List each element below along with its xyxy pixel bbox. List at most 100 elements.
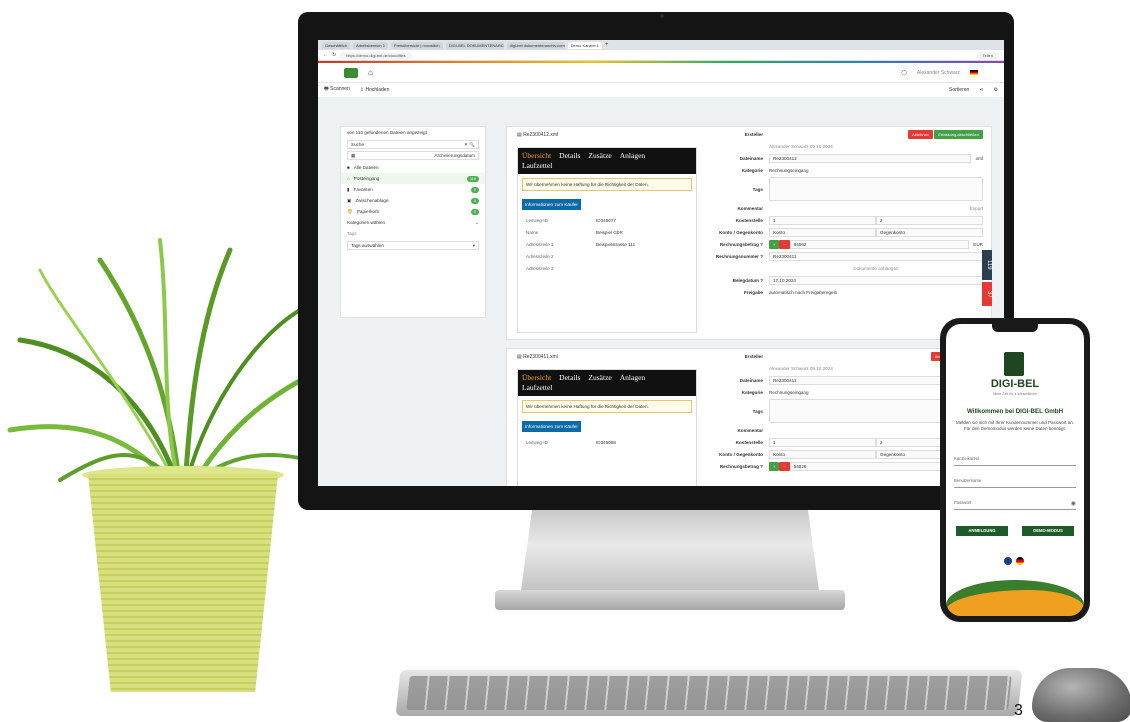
home-icon[interactable]: ⌂ bbox=[368, 68, 373, 77]
settings-gear-icon[interactable]: ⚙ bbox=[994, 87, 998, 93]
preview-tab-extras[interactable]: Zusätze bbox=[588, 151, 611, 160]
filename-input[interactable]: Re2300412 bbox=[769, 153, 971, 163]
kv-row: Leitweg-ID ID345088 bbox=[526, 439, 616, 445]
document-preview: Übersicht Details Zusätze Anlagen Laufzettel… bbox=[517, 369, 697, 486]
export-checkbox[interactable]: Export bbox=[970, 206, 983, 211]
liability-warning: Wir übernehmen keine Haftung für die Ric… bbox=[522, 178, 692, 191]
user-avatar-icon[interactable]: ◯ bbox=[901, 70, 907, 76]
date-filter-select[interactable]: ▦ Archivierungsdatum bbox=[347, 151, 479, 160]
plant-pot bbox=[88, 474, 278, 692]
kv-row: Adresszeile 2 bbox=[526, 253, 554, 259]
browser-tab[interactable]: DIGI-BEL DOKUMENTENARCHIV bbox=[445, 41, 504, 49]
user-name[interactable]: Alexander Schwarz bbox=[917, 70, 960, 76]
category-select[interactable]: Rechnungseingang bbox=[769, 390, 809, 395]
login-button[interactable]: ANMELDUNG bbox=[956, 526, 1008, 536]
preview-tab-attachments[interactable]: Anlagen bbox=[620, 373, 645, 382]
back-arrow-icon[interactable]: ← bbox=[323, 52, 328, 58]
eye-icon[interactable]: ◉ bbox=[1071, 500, 1076, 507]
invoice-number-input[interactable]: Re2300411 bbox=[769, 251, 983, 261]
release-select[interactable]: automatisch nach Freigaberegeln bbox=[769, 290, 837, 295]
invoice-number-row: Rechnungsnummer ? Re2300411 bbox=[707, 251, 983, 261]
buyer-info-heading: Informationen zum Käufer bbox=[522, 421, 581, 432]
cost-center-1-input[interactable]: 1 bbox=[769, 437, 876, 447]
account-input[interactable]: Konto bbox=[769, 227, 876, 237]
liability-warning: Wir übernehmen keine Haftung für die Ric… bbox=[522, 400, 692, 413]
approve-button[interactable]: Erfassung abschließen bbox=[934, 129, 983, 139]
sidebar-item-favorites[interactable]: ▮ Favoriten 0 bbox=[341, 184, 485, 195]
phone-brand: DIGI-BEL bbox=[990, 378, 1040, 390]
preview-tab-overview[interactable]: Übersicht bbox=[522, 373, 551, 382]
creator-row: Ersteller Ablehnen Erfassung abschließen bbox=[707, 129, 983, 139]
attach-documents-link[interactable]: Dokumente anhängen bbox=[853, 266, 898, 271]
phone-tagline: Mehr Zeit für´s Wesentliche bbox=[993, 392, 1037, 396]
sort-button[interactable]: Sortieren bbox=[949, 87, 969, 93]
document-filename[interactable]: ▤ Re2300412.xml bbox=[517, 132, 558, 138]
sidebar-item-all[interactable]: ■ Alle Dateien bbox=[341, 162, 485, 173]
reject-button[interactable]: Ablehnen bbox=[908, 129, 934, 139]
smartphone-screen: DIGI-BEL Mehr Zeit für´s Wesentliche Wil… bbox=[946, 324, 1084, 616]
kv-row: Adresszeile 1 Beispielstrasse 111 bbox=[526, 241, 636, 247]
new-tab-icon[interactable]: + bbox=[605, 42, 609, 48]
amount-input[interactable]: 94562 bbox=[789, 239, 970, 249]
flag-de-icon[interactable] bbox=[970, 70, 978, 75]
tags-select[interactable]: Tags auswählen ▾ bbox=[347, 241, 479, 250]
app-header: ⌂ ◯ Alexander Schwarz bbox=[318, 63, 1004, 83]
sidebar-item-trash[interactable]: 🗑 Papierkorb 0 bbox=[341, 206, 485, 217]
minus-button[interactable]: − bbox=[779, 461, 790, 471]
demo-mode-button[interactable]: DEMO-MODUS bbox=[1022, 526, 1074, 536]
comment-row: KommentarExport bbox=[737, 205, 983, 211]
cost-center-2-input[interactable]: 2 bbox=[876, 215, 983, 225]
preview-tab-extras[interactable]: Zusätze bbox=[588, 373, 611, 382]
preview-tab-attachments[interactable]: Anlagen bbox=[620, 151, 645, 160]
plant-leaves-illustration bbox=[7, 238, 323, 493]
kv-row: Adresszeile 3 bbox=[526, 265, 554, 271]
document-date-input[interactable]: 17.10.2024 bbox=[769, 275, 983, 285]
minus-button[interactable]: − bbox=[779, 239, 790, 249]
share-button[interactable]: Teilen bbox=[976, 51, 999, 59]
upload-button[interactable]: ⇪ Hochladen bbox=[360, 87, 390, 93]
reload-icon[interactable]: ↻ bbox=[332, 52, 336, 58]
preview-tab-routing[interactable]: Laufzettel bbox=[522, 161, 552, 170]
browser-tab[interactable]: digi-bel dokumentenarchiv.com bbox=[506, 41, 565, 49]
account-input[interactable]: Konto bbox=[769, 449, 876, 459]
share-icon[interactable]: ⋖ bbox=[979, 87, 983, 93]
cost-center-1-input[interactable]: 1 bbox=[769, 215, 876, 225]
categories-select[interactable]: Kategorien wählen ⌄ bbox=[341, 217, 485, 228]
username-input[interactable]: Benutzername bbox=[954, 478, 1076, 488]
browser-tab[interactable]: Preisübersicht | monatlich bbox=[390, 41, 443, 49]
plus-button[interactable]: + bbox=[769, 461, 780, 471]
side-counter-tab[interactable]: 119 bbox=[982, 250, 992, 280]
tags-input[interactable] bbox=[769, 177, 983, 201]
category-row: Kategorie Rechnungseingang bbox=[741, 167, 809, 173]
password-input[interactable]: Passwort ◉ bbox=[954, 500, 1076, 510]
document-card: ▤ Re2300412.xml Übersicht Details Zusätze A… bbox=[506, 126, 992, 340]
document-filename[interactable]: ▤ Re2300411.xml bbox=[517, 354, 558, 360]
phone-notch bbox=[992, 324, 1038, 332]
url-input[interactable]: https://demo.digi-bel.de/cloudfiles bbox=[340, 51, 412, 59]
release-row: Freigabe automatisch nach Freigaberegeln bbox=[743, 289, 838, 295]
preview-tab-overview[interactable]: Übersicht bbox=[522, 151, 551, 160]
search-input[interactable]: Suche ✕ 🔍 bbox=[347, 140, 479, 149]
browser-tab[interactable]: Geschäftlich bbox=[322, 41, 351, 49]
browser-tab[interactable]: Arbeitsbereich 1 bbox=[353, 41, 388, 49]
sidebar-item-inbox[interactable]: ⌂ Posteingang 110 bbox=[341, 173, 485, 184]
firm-code-input[interactable]: Kanzleikürzel bbox=[954, 456, 1076, 466]
browser-tab-active[interactable]: Demo Kanzlei 1 bbox=[567, 41, 602, 49]
flag-uk-icon[interactable] bbox=[1004, 557, 1012, 565]
flag-de-icon[interactable] bbox=[1016, 557, 1024, 565]
file-xml-icon: ▤ bbox=[517, 132, 522, 138]
preview-nav: Übersicht Details Zusätze Anlagen Laufzettel bbox=[518, 148, 696, 174]
preview-tab-details[interactable]: Details bbox=[559, 151, 580, 160]
document-metadata-form: Ersteller Ablehnen Erfassung abschließen … bbox=[707, 129, 983, 299]
document-card: ▤ Re2300411.xml Übersicht Details Zusätze A… bbox=[506, 348, 992, 486]
side-counter-tab[interactable]: 37 bbox=[982, 282, 992, 306]
preview-tab-details[interactable]: Details bbox=[559, 373, 580, 382]
scan-button[interactable]: 🖶 Scannen bbox=[324, 86, 350, 94]
contra-account-input[interactable]: Gegenkonto bbox=[876, 227, 983, 237]
preview-tab-routing[interactable]: Laufzettel bbox=[522, 383, 552, 392]
currency-select[interactable]: EUR bbox=[969, 242, 983, 247]
sidebar-item-clipboard[interactable]: ▣ Zwischenablage 0 bbox=[341, 195, 485, 206]
plus-button[interactable]: + bbox=[769, 239, 780, 249]
bookmark-icon: ▮ bbox=[347, 186, 350, 192]
category-select[interactable]: Rechnungseingang bbox=[769, 168, 809, 173]
